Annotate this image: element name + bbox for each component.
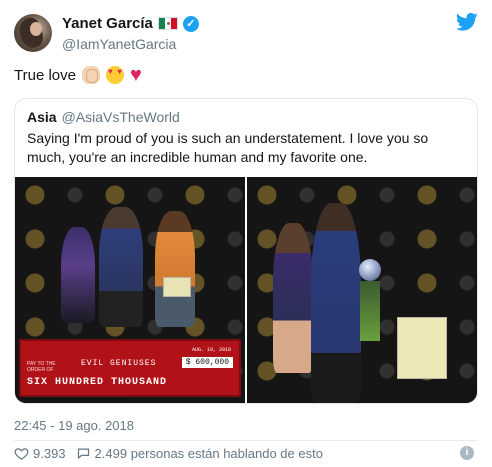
photo-person-woman [61,227,95,323]
quoted-author: Asia @AsiaVsTheWorld [27,109,180,125]
twitter-bird-icon[interactable] [456,12,478,32]
quoted-tweet[interactable]: Asia @AsiaVsTheWorld Saying I'm proud of… [14,98,478,404]
trophy-globe [359,259,381,281]
check-amount: $ 600,000 [181,357,233,368]
avatar-face [30,22,42,36]
talking-count: 2.499 personas están hablando de esto [94,446,323,461]
check-pay-to: PAY TO THE ORDER OF [27,361,56,373]
verified-badge-icon: ✓ [182,15,199,32]
author-display-name[interactable]: Yanet García [62,15,153,32]
divider [14,440,478,441]
photo-gift-box [397,317,447,379]
giant-check: AUG. 19, 2018 PAY TO THE ORDER OF EVIL G… [19,339,241,397]
author-handle[interactable]: @IamYanetGarcia [62,36,176,52]
clapping-hands-icon [81,66,100,84]
photo-person-man-orange [155,211,195,327]
avatar[interactable] [14,14,52,52]
mexico-flag-icon [157,17,178,30]
heart-eyes-icon [105,66,124,84]
reply-action[interactable]: 2.499 personas están hablando de esto [76,446,323,461]
tweet-actions: 9.393 2.499 personas están hablando de e… [14,446,478,461]
photo-check-ceremony[interactable]: AUG. 19, 2018 PAY TO THE ORDER OF EVIL G… [15,177,245,403]
photo-person-man-glasses [311,203,361,403]
photo-kiss[interactable] [247,177,477,403]
author-name-line: Yanet García ✓ [62,15,199,32]
tweet-text-content: True love [14,66,76,84]
info-icon[interactable]: i [460,446,474,460]
quoted-author-handle: @AsiaVsTheWorld [61,109,180,125]
trophy-stand [360,281,380,341]
tweet-header: Yanet García ✓ @IamYanetGarcia [14,10,478,60]
like-action[interactable]: 9.393 [14,446,66,461]
quoted-author-name: Asia [27,109,57,125]
red-heart-icon: ♥ [129,64,142,86]
check-date: AUG. 19, 2018 [191,347,231,353]
speech-bubble-icon [77,448,89,460]
photo-person-man-glasses [99,207,143,327]
heart-outline-icon [14,448,29,460]
check-payee: EVIL GENIUSES [81,359,157,368]
quoted-text: Saying I'm proud of you is such an under… [27,130,429,165]
check-amount-words: SIX HUNDRED THOUSAND [27,377,168,388]
photo-person-woman [273,223,313,373]
like-count: 9.393 [33,446,66,461]
tweet-timestamp[interactable]: 22:45 - 19 ago. 2018 [14,418,134,433]
quoted-media: AUG. 19, 2018 PAY TO THE ORDER OF EVIL G… [15,177,477,403]
tweet-text: True love ♥ [14,64,148,86]
photo-gift-box [163,277,191,297]
